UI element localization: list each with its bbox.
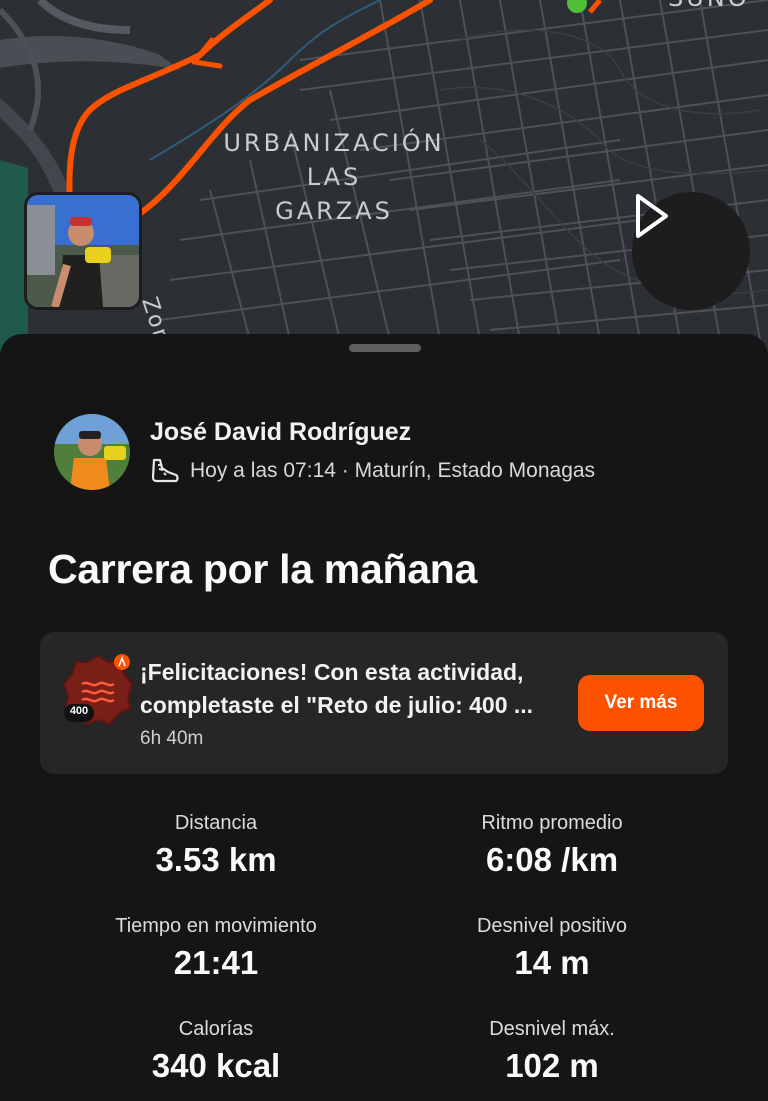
stat-label: Tiempo en movimiento [115, 915, 317, 937]
activity-photo [27, 195, 139, 307]
challenge-badge-text: 400 [69, 705, 89, 717]
stat-label: Calorías [178, 1018, 254, 1040]
stat-value: 102 m [505, 1047, 599, 1084]
map-corner-text: SUNO [668, 0, 750, 12]
stat-value: 21:41 [173, 944, 259, 981]
stat-value: 3.53 km [155, 841, 277, 878]
stat-label: Ritmo promedio [481, 812, 623, 834]
stat-distance: Distancia 3.53 km [66, 812, 366, 879]
sheet-drag-handle[interactable] [349, 344, 421, 352]
stat-elevation-gain: Desnivel positivo 14 m [402, 915, 702, 982]
stat-max-elevation: Desnivel máx. 102 m [402, 1018, 702, 1085]
see-more-button[interactable]: Ver más [578, 675, 704, 731]
stat-value: 340 kcal [151, 1047, 281, 1084]
challenge-message-line: completaste el "Reto de julio: 400 ... [140, 692, 534, 718]
stat-moving-time: Tiempo en movimiento 21:41 [66, 915, 366, 982]
stat-value: 6:08 /km [485, 841, 619, 878]
challenge-message: ¡Felicitaciones! Con esta actividad, com… [140, 656, 570, 722]
play-icon [636, 194, 668, 238]
stat-value: 14 m [514, 944, 590, 981]
activity-meta-text: Hoy a las 07:14 · Maturín, Estado Monaga… [190, 459, 596, 482]
avatar-image [54, 414, 130, 490]
activity-title: Carrera por la mañana [48, 546, 477, 592]
challenge-badge: 400 [62, 654, 134, 726]
stat-label: Desnivel positivo [476, 915, 628, 937]
athlete-name[interactable]: José David Rodríguez [150, 418, 411, 447]
activity-photo-thumbnail[interactable] [24, 192, 142, 310]
stat-calories: Calorías 340 kcal [66, 1018, 366, 1085]
challenge-banner[interactable]: 400 ¡Felicitaciones! Con esta actividad,… [40, 632, 728, 774]
map-area-label-line: LAS [306, 163, 362, 191]
activity-detail-sheet: José David Rodríguez Hoy a las 07:14 · M… [0, 334, 768, 1101]
challenge-message-line: ¡Felicitaciones! Con esta actividad, [140, 659, 524, 685]
stat-label: Distancia [174, 812, 258, 834]
play-flyover-button[interactable] [632, 192, 750, 310]
route-map[interactable]: SUNO Zon URBANIZACIÓN LAS GARZAS [0, 0, 768, 360]
running-shoe-icon [151, 458, 179, 483]
challenge-time: 6h 40m [140, 728, 204, 749]
map-area-label-line: GARZAS [275, 197, 393, 225]
stat-avg-pace: Ritmo promedio 6:08 /km [402, 812, 702, 879]
map-area-label: URBANIZACIÓN LAS GARZAS [200, 126, 468, 228]
activity-meta: Hoy a las 07:14 · Maturín, Estado Monaga… [150, 456, 595, 486]
athlete-avatar[interactable] [54, 414, 130, 490]
map-area-label-line: URBANIZACIÓN [223, 129, 445, 157]
stat-label: Desnivel máx. [489, 1018, 615, 1040]
